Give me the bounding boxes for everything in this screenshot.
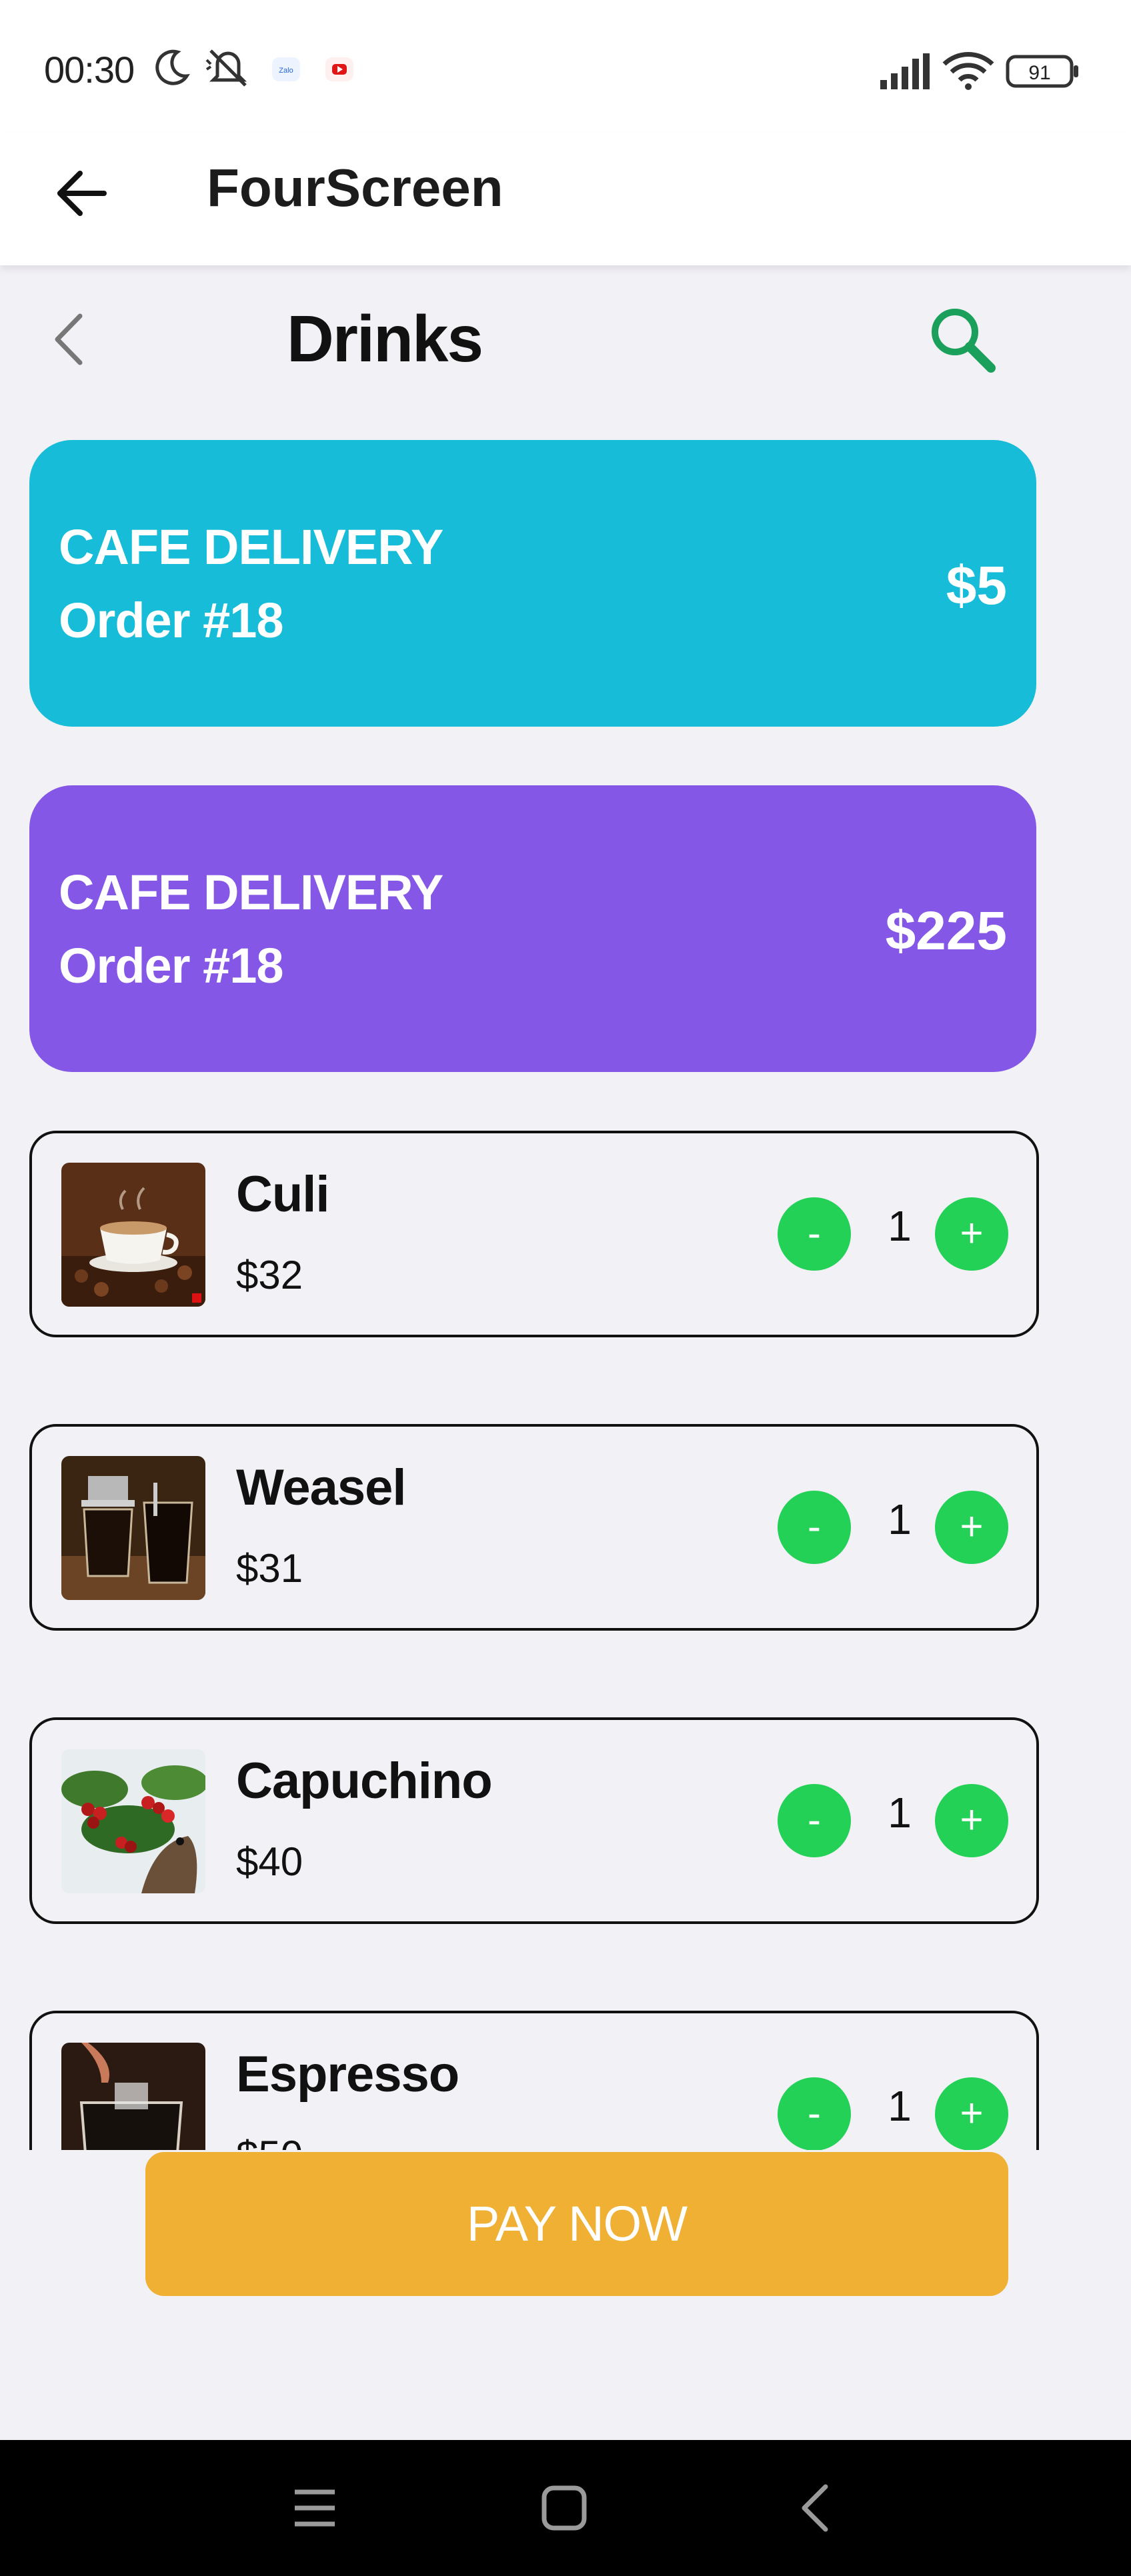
signal-icon [878, 52, 931, 94]
quantity-value: 1 [888, 1495, 912, 1543]
zalo-icon: Zalo [271, 56, 301, 86]
increase-button[interactable]: + [935, 1491, 1008, 1564]
drink-item-culi[interactable]: Culi $32 - 1 + [29, 1131, 1039, 1337]
order-card-price: $5 [946, 555, 1007, 616]
order-card-number: Order #18 [59, 593, 284, 648]
decrease-button[interactable]: - [778, 1197, 851, 1271]
decrease-button[interactable]: - [778, 2077, 851, 2150]
increase-button[interactable]: + [935, 1197, 1008, 1271]
drink-name: Espresso [236, 2046, 459, 2103]
menu-icon[interactable] [291, 2485, 339, 2534]
phin-coffee-image [61, 1456, 205, 1600]
drink-price: $40 [236, 1839, 303, 1884]
back-chevron-icon[interactable] [796, 2483, 834, 2537]
page-title: Drinks [287, 302, 483, 375]
order-card-title: CAFE DELIVERY [59, 865, 443, 920]
arrow-left-icon[interactable] [53, 165, 109, 225]
decrease-button[interactable]: - [778, 1784, 851, 1857]
quantity-value: 1 [888, 1789, 912, 1837]
app-bar: FourScreen [0, 133, 1131, 265]
drink-name: Capuchino [236, 1753, 493, 1809]
quantity-value: 1 [888, 1202, 912, 1250]
espresso-glass-image [61, 2043, 205, 2150]
youtube-icon [324, 56, 355, 86]
increase-button[interactable]: + [935, 2077, 1008, 2150]
chevron-left-icon[interactable] [49, 311, 89, 371]
battery-icon: 91 [1006, 55, 1080, 91]
drink-price: $50 [236, 2132, 303, 2150]
order-card-delivery[interactable]: CAFE DELIVERY Order #18 $5 [29, 440, 1036, 727]
drink-item-espresso[interactable]: Espresso $50 - 1 + [29, 2011, 1039, 2150]
drink-name: Culi [236, 1166, 330, 1223]
drink-name: Weasel [236, 1459, 407, 1516]
pay-now-button[interactable]: PAY NOW [145, 2152, 1008, 2296]
order-card-price: $225 [885, 901, 1007, 961]
decrease-button[interactable]: - [778, 1491, 851, 1564]
drink-item-capuchino[interactable]: Capuchino $40 - 1 + [29, 1717, 1039, 1924]
quantity-value: 1 [888, 2082, 912, 2130]
drink-list[interactable]: Culi $32 - 1 + Weasel $31 - 1 + Capuchin… [0, 1127, 1131, 2150]
order-card-title: CAFE DELIVERY [59, 519, 443, 575]
app-title: FourScreen [207, 158, 503, 217]
drink-price: $31 [236, 1546, 303, 1591]
svg-text:Zalo: Zalo [279, 67, 293, 75]
home-square-icon[interactable] [540, 2484, 588, 2535]
status-time: 00:30 [44, 49, 135, 91]
increase-button[interactable]: + [935, 1784, 1008, 1857]
search-icon[interactable] [926, 303, 999, 379]
order-card-total[interactable]: CAFE DELIVERY Order #18 $225 [29, 785, 1036, 1072]
mute-icon [204, 47, 252, 93]
order-card-number: Order #18 [59, 938, 284, 993]
battery-level: 91 [1028, 62, 1050, 84]
wifi-icon [942, 51, 995, 94]
system-nav-bar [0, 2440, 1131, 2576]
moon-icon [152, 47, 192, 90]
coffee-cherries-image [61, 1749, 205, 1893]
drink-price: $32 [236, 1253, 303, 1297]
drink-item-weasel[interactable]: Weasel $31 - 1 + [29, 1424, 1039, 1631]
content-header: Drinks [0, 265, 1131, 412]
coffee-cup-image [61, 1163, 205, 1307]
status-bar: 00:30 Zalo 91 [0, 0, 1131, 133]
